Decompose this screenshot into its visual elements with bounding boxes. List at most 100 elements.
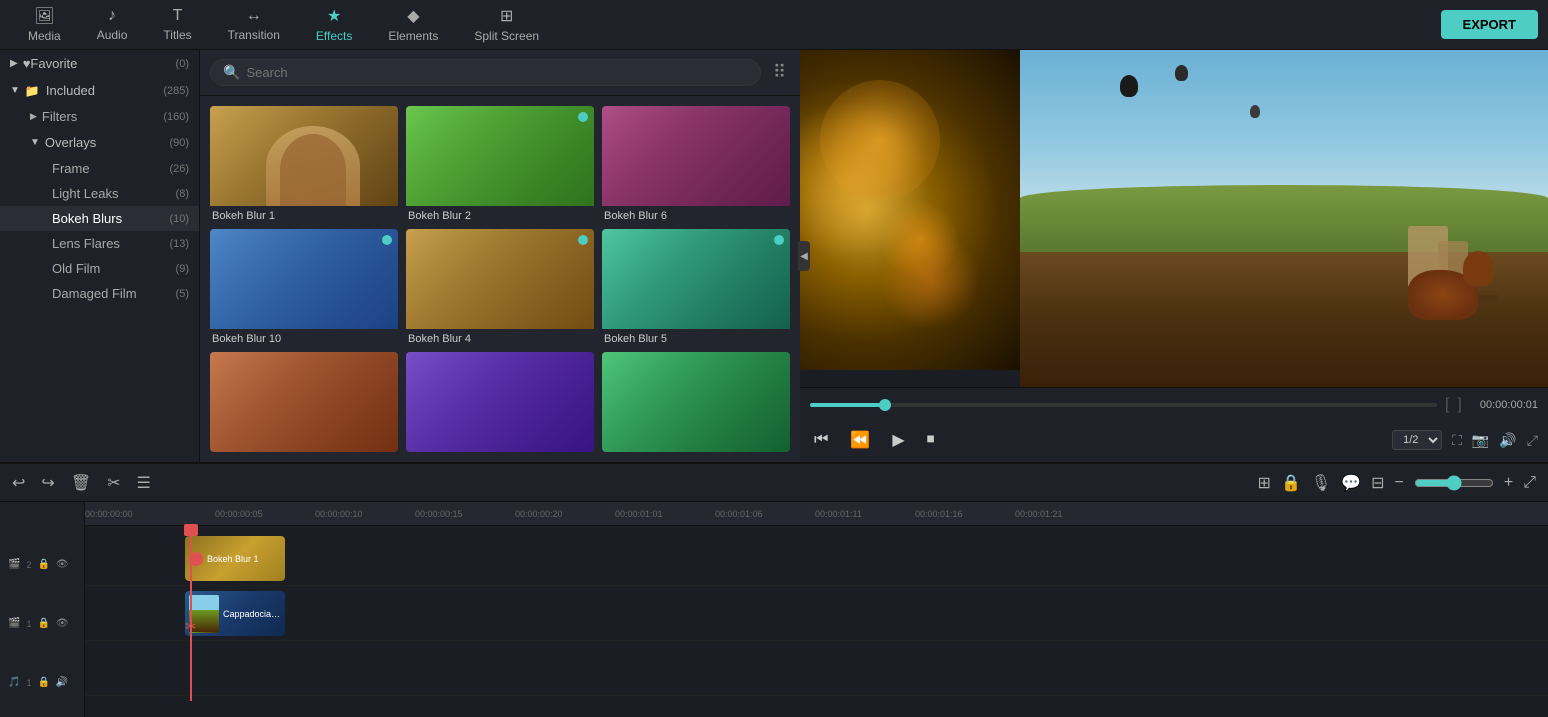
ruler-mark-8: 00:00:01:16: [915, 509, 963, 519]
snap-button[interactable]: ⊞: [1258, 473, 1271, 493]
timeline-content[interactable]: 00:00:00:00 00:00:00:05 00:00:00:10 00:0…: [85, 502, 1548, 717]
filter-button[interactable]: ☰: [137, 473, 151, 493]
media-icon: 🖼: [34, 6, 54, 26]
progress-thumb[interactable]: [879, 399, 891, 411]
nav-audio[interactable]: ♪ Audio: [79, 0, 146, 50]
track3-lock[interactable]: 🔒: [37, 677, 49, 688]
grid-toggle-button[interactable]: ⠿: [769, 58, 790, 87]
sidebar-included-label: Included: [46, 83, 163, 98]
stop-button[interactable]: ⏹: [923, 427, 939, 453]
frame-back-button[interactable]: ⏪: [846, 426, 874, 454]
effect-card-bokeh6[interactable]: Bokeh Blur 6: [602, 106, 790, 221]
sidebar-item-old-film[interactable]: Old Film (9): [0, 256, 199, 281]
sidebar-item-filters[interactable]: ▶ Filters (160): [0, 104, 199, 129]
sidebar-item-frame[interactable]: Frame (26): [0, 156, 199, 181]
collapse-panel-button[interactable]: ◀: [798, 241, 810, 271]
quality-selector[interactable]: 1/2: [1392, 430, 1442, 450]
nav-split-screen[interactable]: ⊞ Split Screen: [456, 0, 557, 50]
zoom-slider[interactable]: [1414, 475, 1494, 491]
search-input[interactable]: [246, 65, 747, 80]
track-label-3: 🎵 1 🔒 🔊: [0, 655, 84, 710]
effect-card-bokeh9[interactable]: [602, 352, 790, 452]
progress-bar[interactable]: [810, 403, 1437, 407]
mic-button[interactable]: 🎙: [1311, 473, 1331, 493]
track2-eye[interactable]: 👁: [56, 618, 69, 629]
undo-button[interactable]: ↩: [12, 473, 25, 493]
track-label-1: 🎬 2 🔒 👁: [0, 537, 84, 592]
effect-label-bokeh2: Bokeh Blur 2: [406, 206, 594, 221]
effect-card-bokeh8[interactable]: [406, 352, 594, 452]
titles-icon: T: [173, 7, 183, 25]
nav-titles-label: Titles: [163, 28, 191, 42]
track-row-1: Bokeh Blur 1: [85, 531, 1548, 586]
effect-thumb-bokeh1: [210, 106, 398, 206]
effect-card-bokeh5[interactable]: Bokeh Blur 5: [602, 229, 790, 344]
playhead-marker: [184, 524, 198, 536]
delete-button[interactable]: 🗑: [71, 473, 91, 493]
lock-button[interactable]: 🔒: [1281, 473, 1301, 493]
effect-card-bokeh1[interactable]: Bokeh Blur 1: [210, 106, 398, 221]
preview-area: [800, 50, 1548, 387]
grid-button[interactable]: ⊟: [1371, 473, 1384, 493]
nav-elements[interactable]: ◆ Elements: [370, 0, 456, 50]
sidebar-filters-count: (160): [163, 111, 189, 123]
track3-number: 1: [26, 678, 31, 688]
sidebar-item-damaged-film[interactable]: Damaged Film (5): [0, 281, 199, 306]
track1-eye[interactable]: 👁: [56, 559, 69, 570]
clip-video[interactable]: CappadociaHotAirBa...: [185, 591, 285, 636]
ruler-mark-7: 00:00:01:11: [815, 509, 862, 519]
sidebar-lens-flares-label: Lens Flares: [52, 236, 169, 251]
sidebar-item-favorite[interactable]: ▶ ♥ Favorite (0): [0, 50, 199, 77]
nav-split-screen-label: Split Screen: [474, 29, 539, 43]
nav-transition-label: Transition: [228, 28, 280, 42]
nav-effects-label: Effects: [316, 29, 352, 43]
sidebar-item-overlays[interactable]: ▼ Overlays (90): [0, 129, 199, 156]
timeline-area: ↩ ↪ 🗑 ✂ ☰ ⊞ 🔒 🎙 💬 ⊟ − + ⤢ 🎬 2 🔒 👁: [0, 462, 1548, 717]
export-button[interactable]: EXPORT: [1441, 10, 1538, 39]
zoom-in-button[interactable]: +: [1504, 474, 1513, 492]
transition-icon: ↔: [246, 7, 262, 25]
zoom-out-button[interactable]: −: [1395, 474, 1404, 492]
sidebar-overlays-count: (90): [169, 137, 189, 149]
effect-label-bokeh6: Bokeh Blur 6: [602, 206, 790, 221]
subtitle-button[interactable]: 💬: [1341, 473, 1361, 493]
effect-card-bokeh2[interactable]: Bokeh Blur 2: [406, 106, 594, 221]
cut-button[interactable]: ✂: [107, 473, 120, 493]
sidebar-item-lens-flares[interactable]: Lens Flares (13): [0, 231, 199, 256]
track2-lock[interactable]: 🔒: [37, 618, 49, 629]
fit-button[interactable]: ⤢: [1523, 474, 1536, 492]
effect-label-bokeh1: Bokeh Blur 1: [210, 206, 398, 221]
fullscreen-icon[interactable]: ⛶: [1452, 432, 1462, 449]
effects-icon: ★: [327, 6, 341, 26]
track1-lock[interactable]: 🔒: [37, 559, 49, 570]
sidebar-damaged-film-count: (5): [176, 288, 189, 300]
play-button[interactable]: ▶: [888, 426, 908, 454]
track3-volume[interactable]: 🔊: [56, 677, 68, 688]
sidebar-item-included[interactable]: ▼ 📁 Included (285): [0, 77, 199, 104]
redo-button[interactable]: ↪: [41, 473, 54, 493]
sidebar-item-bokeh-blurs[interactable]: Bokeh Blurs (10): [0, 206, 199, 231]
settings-icon[interactable]: ⤢: [1527, 432, 1538, 449]
nav-effects[interactable]: ★ Effects: [298, 0, 370, 50]
nav-media[interactable]: 🖼 Media: [10, 0, 79, 50]
playhead[interactable]: [190, 526, 192, 701]
nav-titles[interactable]: T Titles: [145, 0, 209, 50]
screenshot-icon[interactable]: 📷: [1472, 432, 1489, 449]
audio-icon[interactable]: 🔊: [1499, 432, 1516, 449]
nav-transition[interactable]: ↔ Transition: [210, 0, 298, 50]
step-back-button[interactable]: ⏮: [810, 427, 832, 453]
sidebar-favorite-label: Favorite: [30, 56, 175, 71]
clip-bokeh-blur-1[interactable]: Bokeh Blur 1: [185, 536, 285, 581]
effect-card-bokeh7[interactable]: [210, 352, 398, 452]
search-bar[interactable]: 🔍: [210, 59, 761, 86]
effect-card-bokeh4[interactable]: Bokeh Blur 4: [406, 229, 594, 344]
effects-panel: 🔍 ⠿ Bokeh Blur 1: [200, 50, 800, 462]
ruler-mark-3: 00:00:00:15: [415, 509, 463, 519]
sidebar-item-light-leaks[interactable]: Light Leaks (8): [0, 181, 199, 206]
track3-icon: 🎵: [8, 677, 20, 688]
effect-card-bokeh10[interactable]: Bokeh Blur 10: [210, 229, 398, 344]
track2-number: 1: [26, 619, 31, 629]
track-row-3: [85, 641, 1548, 696]
sidebar-lens-flares-count: (13): [169, 238, 189, 250]
track-label-2: 🎬 1 🔒 👁: [0, 596, 84, 651]
